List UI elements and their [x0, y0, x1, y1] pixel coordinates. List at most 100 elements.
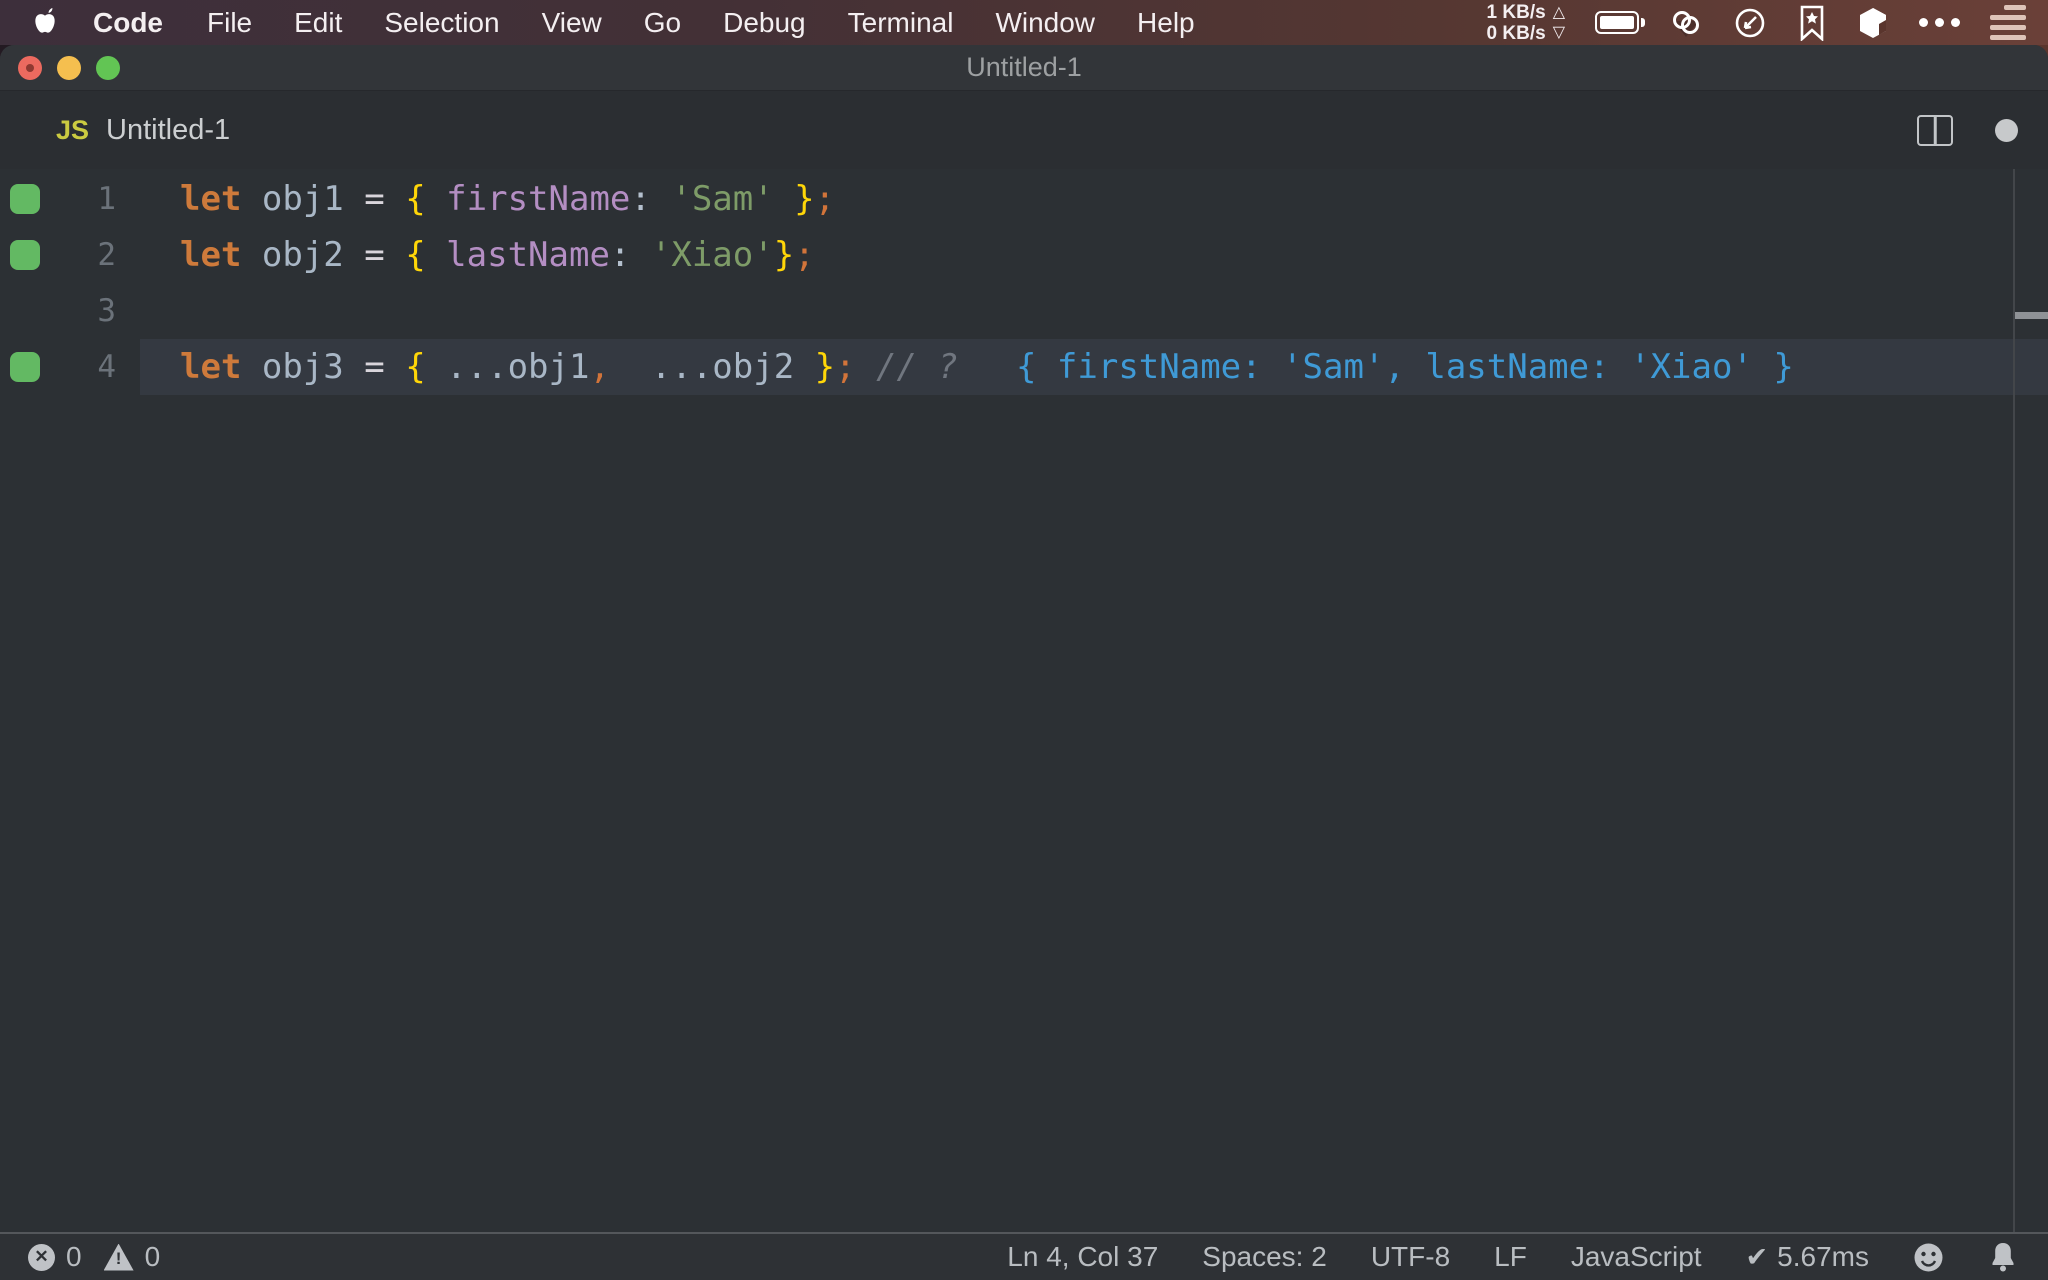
- code-token: {: [405, 235, 447, 275]
- code-token: }: [773, 235, 795, 275]
- code-line[interactable]: 3: [0, 283, 2048, 339]
- coverage-marker-icon: [10, 352, 40, 382]
- menu-item-window[interactable]: Window: [974, 7, 1116, 39]
- download-arrow-icon: ▽: [1552, 23, 1565, 41]
- code-token: :: [630, 179, 672, 219]
- line-number: 3: [97, 293, 116, 329]
- code-token: // ?: [876, 347, 958, 387]
- quokka-run-time: 5.67ms: [1777, 1241, 1869, 1272]
- split-editor-icon[interactable]: [1917, 114, 1953, 146]
- menu-item-terminal[interactable]: Terminal: [827, 7, 975, 39]
- code-token: }: [773, 179, 815, 219]
- menu-item-file[interactable]: File: [186, 7, 273, 39]
- problems-indicator[interactable]: ✕ 0 ! 0: [28, 1241, 160, 1273]
- menu-item-code[interactable]: Code: [70, 7, 186, 39]
- quokka-status[interactable]: ✔ 5.67ms: [1746, 1241, 1869, 1273]
- language-mode[interactable]: JavaScript: [1571, 1241, 1702, 1273]
- coverage-marker-icon: [10, 240, 40, 270]
- tab-label: Untitled-1: [106, 113, 231, 146]
- code-line[interactable]: 1 let obj1 = { firstName: 'Sam' };: [0, 171, 2048, 227]
- status-bar: ✕ 0 ! 0 Ln 4, Col 37 Spaces: 2 UTF-8 LF …: [0, 1232, 2048, 1280]
- menu-item-selection[interactable]: Selection: [363, 7, 520, 39]
- warning-count: 0: [144, 1241, 161, 1272]
- network-up-speed: 1 KB/s: [1486, 1, 1546, 23]
- code-token: ...obj1: [446, 347, 590, 387]
- encoding-setting[interactable]: UTF-8: [1371, 1241, 1450, 1273]
- code-token: obj2: [261, 235, 365, 275]
- cube-icon[interactable]: [1857, 6, 1889, 40]
- linked-rings-icon[interactable]: [1669, 7, 1703, 39]
- overview-ruler-cursor-mark: [2015, 312, 2048, 319]
- cursor-position[interactable]: Ln 4, Col 37: [1007, 1241, 1158, 1273]
- bookmark-star-icon[interactable]: [1797, 5, 1827, 41]
- editor-actions: [1917, 114, 2048, 146]
- apple-menu[interactable]: [0, 7, 70, 38]
- code-token: ;: [814, 179, 836, 219]
- tab-untitled-1[interactable]: JS Untitled-1: [0, 91, 230, 169]
- code-line-text: let obj1 = { firstName: 'Sam' };: [116, 179, 835, 219]
- code-token: =: [364, 179, 406, 219]
- code-line[interactable]: 2 let obj2 = { lastName: 'Xiao'};: [0, 227, 2048, 283]
- code-token: let: [180, 179, 262, 219]
- code-token: ;: [794, 235, 815, 275]
- code-token: 'Xiao': [650, 235, 774, 275]
- notifications-bell-icon[interactable]: [1988, 1241, 2018, 1273]
- gutter: [0, 184, 48, 214]
- upload-arrow-icon: △: [1552, 3, 1565, 21]
- code-token: ,: [589, 347, 631, 387]
- code-editor[interactable]: 1 let obj1 = { firstName: 'Sam' }; 2 let ob…: [0, 169, 2048, 1232]
- error-icon: ✕: [28, 1243, 55, 1271]
- vscode-window: Untitled-1 JS Untitled-1 1 let obj1 = { f…: [0, 45, 2048, 1280]
- code-token: ;: [835, 347, 877, 387]
- gutter: [0, 352, 48, 382]
- code-token: firstName: [446, 179, 631, 219]
- timer-dial-icon[interactable]: [1733, 6, 1767, 40]
- unsaved-indicator-dot[interactable]: [1995, 118, 2018, 142]
- code-token: {: [405, 179, 447, 219]
- code-token: let: [180, 235, 262, 275]
- code-line-text: let obj3 = { ...obj1, ...obj2 }; // ? { f…: [116, 347, 1794, 387]
- menu-bar: Code File Edit Selection View Go Debug T…: [0, 0, 2048, 45]
- code-lines-container: 1 let obj1 = { firstName: 'Sam' }; 2 let ob…: [0, 171, 2048, 395]
- code-line-text: let obj2 = { lastName: 'Xiao'};: [116, 235, 815, 275]
- check-icon: ✔: [1745, 1241, 1769, 1272]
- code-token: :: [609, 235, 651, 275]
- apple-icon: [35, 7, 55, 33]
- battery-icon[interactable]: [1595, 11, 1645, 34]
- window-title-bar[interactable]: Untitled-1: [0, 45, 2048, 91]
- code-token: let: [180, 347, 262, 387]
- code-line[interactable]: 4 let obj3 = { ...obj1, ...obj2 }; // ? { …: [0, 339, 2048, 395]
- network-speed-indicator[interactable]: 1 KB/s 0 KB/s △ ▽: [1487, 2, 1565, 44]
- editor-tab-bar: JS Untitled-1: [0, 91, 2048, 169]
- menu-item-help[interactable]: Help: [1116, 7, 1216, 39]
- javascript-file-icon: JS: [56, 114, 90, 145]
- warning-icon: !: [103, 1243, 134, 1271]
- indentation-setting[interactable]: Spaces: 2: [1202, 1241, 1327, 1273]
- feedback-smiley-icon[interactable]: [1913, 1242, 1944, 1273]
- code-token: }: [814, 347, 836, 387]
- line-number: 1: [97, 181, 116, 217]
- code-token: 'Sam': [671, 179, 774, 219]
- menu-item-debug[interactable]: Debug: [702, 7, 827, 39]
- error-count: 0: [66, 1241, 82, 1272]
- code-token: ...obj2: [630, 347, 815, 387]
- eol-setting[interactable]: LF: [1494, 1241, 1527, 1273]
- code-token: lastName: [446, 235, 610, 275]
- coverage-marker-icon: [10, 184, 40, 214]
- menu-item-edit[interactable]: Edit: [273, 7, 363, 39]
- window-title: Untitled-1: [966, 52, 1082, 82]
- line-number: 2: [97, 237, 116, 273]
- overview-ruler-border: [2013, 169, 2015, 1232]
- line-number: 4: [97, 349, 116, 385]
- menu-item-go[interactable]: Go: [623, 7, 702, 39]
- quokka-inline-value: { firstName: 'Sam', lastName: 'Xiao' }: [1015, 347, 1794, 387]
- code-token: {: [405, 347, 447, 387]
- code-token: obj3: [261, 347, 365, 387]
- code-token: =: [364, 235, 406, 275]
- task-list-icon[interactable]: [1990, 5, 2026, 40]
- code-token: obj1: [261, 179, 365, 219]
- code-token: =: [364, 347, 406, 387]
- menu-item-view[interactable]: View: [521, 7, 623, 39]
- gutter: [0, 240, 48, 270]
- more-dots-icon[interactable]: [1919, 18, 1960, 27]
